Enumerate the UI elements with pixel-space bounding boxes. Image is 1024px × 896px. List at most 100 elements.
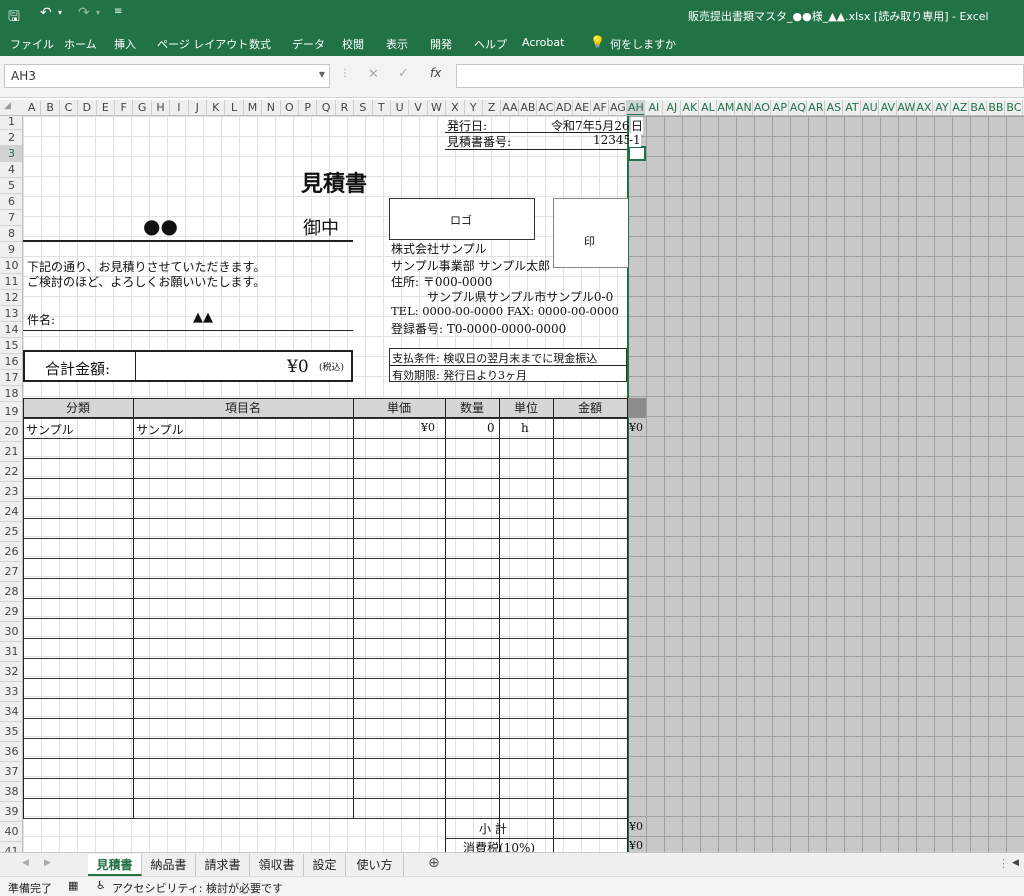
column-header-h[interactable]: H	[152, 100, 171, 115]
tab-file[interactable]: ファイル	[10, 36, 54, 52]
column-header-am[interactable]: AM	[717, 100, 736, 115]
column-header-t[interactable]: T	[373, 100, 391, 115]
column-header-x[interactable]: X	[446, 100, 465, 115]
row-header-17[interactable]: 17	[0, 370, 22, 386]
column-header-u[interactable]: U	[391, 100, 410, 115]
row-header-16[interactable]: 16	[0, 354, 22, 370]
tab-insert[interactable]: 挿入	[114, 36, 136, 52]
column-header-ak[interactable]: AK	[681, 100, 700, 115]
row-header-6[interactable]: 6	[0, 194, 22, 210]
active-cell[interactable]	[628, 146, 646, 161]
sheet-tab-estimate[interactable]: 見積書	[88, 854, 142, 876]
column-header-at[interactable]: AT	[843, 100, 862, 115]
column-header-as[interactable]: AS	[825, 100, 844, 115]
scroll-tabs-left-icon[interactable]: ◀	[22, 858, 29, 868]
column-header-j[interactable]: J	[189, 100, 207, 115]
column-header-ab[interactable]: AB	[519, 100, 538, 115]
sheet-tab-settings[interactable]: 設定	[304, 854, 346, 876]
column-header-ah[interactable]: AH	[627, 100, 646, 115]
insert-function-icon[interactable]: fx	[430, 66, 441, 80]
column-header-ar[interactable]: AR	[807, 100, 826, 115]
row-header-8[interactable]: 8	[0, 226, 22, 242]
row-header-27[interactable]: 27	[0, 562, 22, 582]
column-header-an[interactable]: AN	[735, 100, 754, 115]
column-header-r[interactable]: R	[336, 100, 355, 115]
tab-splitter-icon[interactable]: ⋮	[998, 857, 1009, 870]
column-header-g[interactable]: G	[133, 100, 152, 115]
column-header-ap[interactable]: AP	[771, 100, 790, 115]
row-header-33[interactable]: 33	[0, 682, 22, 702]
tab-review[interactable]: 校閲	[342, 36, 364, 52]
column-header-o[interactable]: O	[281, 100, 299, 115]
column-header-ac[interactable]: AC	[537, 100, 556, 115]
column-header-f[interactable]: F	[115, 100, 134, 115]
row-header-15[interactable]: 15	[0, 338, 22, 354]
row-header-1[interactable]: 1	[0, 116, 22, 130]
hscroll-left-icon[interactable]: ◀	[1012, 858, 1019, 868]
column-header-k[interactable]: K	[207, 100, 226, 115]
column-header-ao[interactable]: AO	[753, 100, 772, 115]
column-header-au[interactable]: AU	[861, 100, 880, 115]
name-box-dropdown-icon[interactable]: ▼	[319, 70, 325, 79]
cancel-icon[interactable]: ✕	[368, 67, 379, 82]
column-header-ad[interactable]: AD	[555, 100, 574, 115]
row-header-12[interactable]: 12	[0, 290, 22, 306]
undo-icon[interactable]: ↶	[40, 5, 52, 21]
tell-me-box[interactable]: 何をしますか	[610, 36, 676, 52]
tab-home[interactable]: ホーム	[64, 36, 97, 52]
column-header-ax[interactable]: AX	[915, 100, 934, 115]
accessibility-status[interactable]: アクセシビリティ: 検討が必要です	[112, 880, 283, 896]
row-header-10[interactable]: 10	[0, 258, 22, 274]
row-header-4[interactable]: 4	[0, 162, 22, 178]
row-header-7[interactable]: 7	[0, 210, 22, 226]
redo-dropdown-icon[interactable]: ▾	[96, 8, 100, 17]
column-header-av[interactable]: AV	[879, 100, 898, 115]
row-header-23[interactable]: 23	[0, 482, 22, 502]
row-header-22[interactable]: 22	[0, 462, 22, 482]
column-header-l[interactable]: L	[225, 100, 244, 115]
undo-dropdown-icon[interactable]: ▾	[58, 8, 62, 17]
column-header-b[interactable]: B	[41, 100, 60, 115]
column-header-ai[interactable]: AI	[645, 100, 664, 115]
row-header-31[interactable]: 31	[0, 642, 22, 662]
column-header-ba[interactable]: BA	[969, 100, 988, 115]
scroll-tabs-right-icon[interactable]: ▶	[44, 858, 51, 868]
column-header-a[interactable]: A	[23, 100, 42, 115]
row-header-5[interactable]: 5	[0, 178, 22, 194]
customize-qat-icon[interactable]: ≡	[114, 6, 122, 17]
macro-record-icon[interactable]: ▦	[68, 879, 78, 892]
row-header-34[interactable]: 34	[0, 702, 22, 722]
sheet-tab-invoice[interactable]: 請求書	[196, 854, 250, 876]
row-header-40[interactable]: 40	[0, 822, 22, 842]
row-header-21[interactable]: 21	[0, 442, 22, 462]
tab-developer[interactable]: 開発	[430, 36, 452, 52]
formula-bar-grip-icon[interactable]: ⋮	[340, 68, 350, 79]
sheet-tab-delivery[interactable]: 納品書	[142, 854, 196, 876]
sheet-tab-howto[interactable]: 使い方	[346, 854, 404, 876]
row-header-36[interactable]: 36	[0, 742, 22, 762]
column-header-d[interactable]: D	[78, 100, 97, 115]
column-header-al[interactable]: AL	[699, 100, 718, 115]
column-header-s[interactable]: S	[354, 100, 373, 115]
row-header-35[interactable]: 35	[0, 722, 22, 742]
column-header-v[interactable]: V	[409, 100, 428, 115]
row-header-37[interactable]: 37	[0, 762, 22, 782]
row-header-14[interactable]: 14	[0, 322, 22, 338]
column-header-y[interactable]: Y	[465, 100, 483, 115]
column-header-q[interactable]: Q	[317, 100, 336, 115]
column-header-c[interactable]: C	[60, 100, 79, 115]
row-header-19[interactable]: 19	[0, 402, 22, 422]
column-header-w[interactable]: W	[428, 100, 447, 115]
redo-icon[interactable]: ↷	[78, 5, 90, 21]
column-header-aq[interactable]: AQ	[789, 100, 808, 115]
row-header-29[interactable]: 29	[0, 602, 22, 622]
row-header-39[interactable]: 39	[0, 802, 22, 822]
tab-view[interactable]: 表示	[386, 36, 408, 52]
add-sheet-icon[interactable]: ⊕	[428, 855, 440, 871]
row-header-24[interactable]: 24	[0, 502, 22, 522]
tab-help[interactable]: ヘルプ	[474, 36, 507, 52]
column-header-af[interactable]: AF	[591, 100, 610, 115]
row-header-2[interactable]: 2	[0, 130, 22, 146]
row-header-26[interactable]: 26	[0, 542, 22, 562]
enter-icon[interactable]: ✓	[398, 66, 409, 81]
